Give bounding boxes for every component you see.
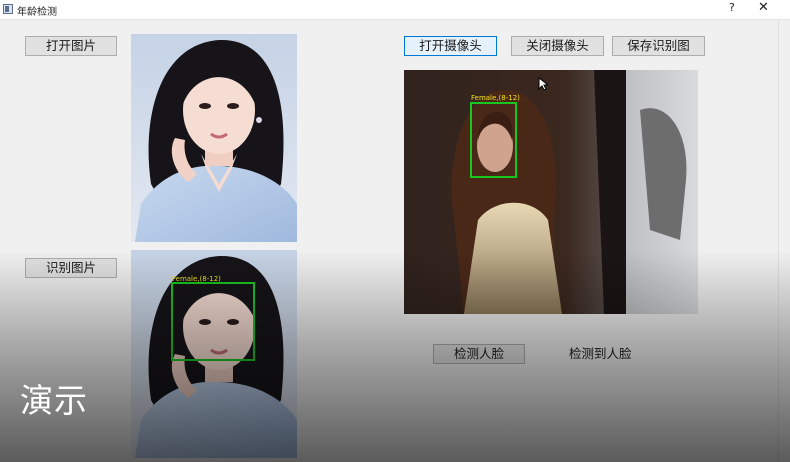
- camera-feed-panel: Female,(8-12): [404, 70, 698, 314]
- window-right-edge: [778, 20, 779, 462]
- recognize-image-button[interactable]: 识别图片: [25, 258, 117, 278]
- title-bar: 年龄检测 ? ✕: [0, 0, 790, 20]
- face-detected-status: 检测到人脸: [569, 346, 632, 361]
- result-image-panel: Female,(8-12): [131, 250, 297, 458]
- source-image-panel: [131, 34, 297, 242]
- result-portrait-image: Female,(8-12): [131, 250, 297, 458]
- help-button[interactable]: ?: [729, 1, 735, 14]
- close-camera-button[interactable]: 关闭摄像头: [511, 36, 604, 56]
- demo-watermark: 演示: [20, 381, 88, 420]
- open-camera-button[interactable]: 打开摄像头: [404, 36, 497, 56]
- detect-face-button[interactable]: 检测人脸: [433, 344, 525, 364]
- window-title: 年龄检测: [17, 7, 57, 18]
- source-portrait-image: [131, 34, 297, 242]
- save-image-button[interactable]: 保存识别图: [612, 36, 705, 56]
- camera-feed-image: Female,(8-12): [404, 70, 698, 314]
- mouse-pointer-icon: [538, 77, 548, 91]
- open-image-button[interactable]: 打开图片: [25, 36, 117, 56]
- close-window-button[interactable]: ✕: [758, 0, 769, 15]
- camera-face-detection-label: Female,(8-12): [471, 94, 520, 102]
- face-detection-label: Female,(8-12): [172, 275, 221, 283]
- app-icon: [3, 4, 13, 14]
